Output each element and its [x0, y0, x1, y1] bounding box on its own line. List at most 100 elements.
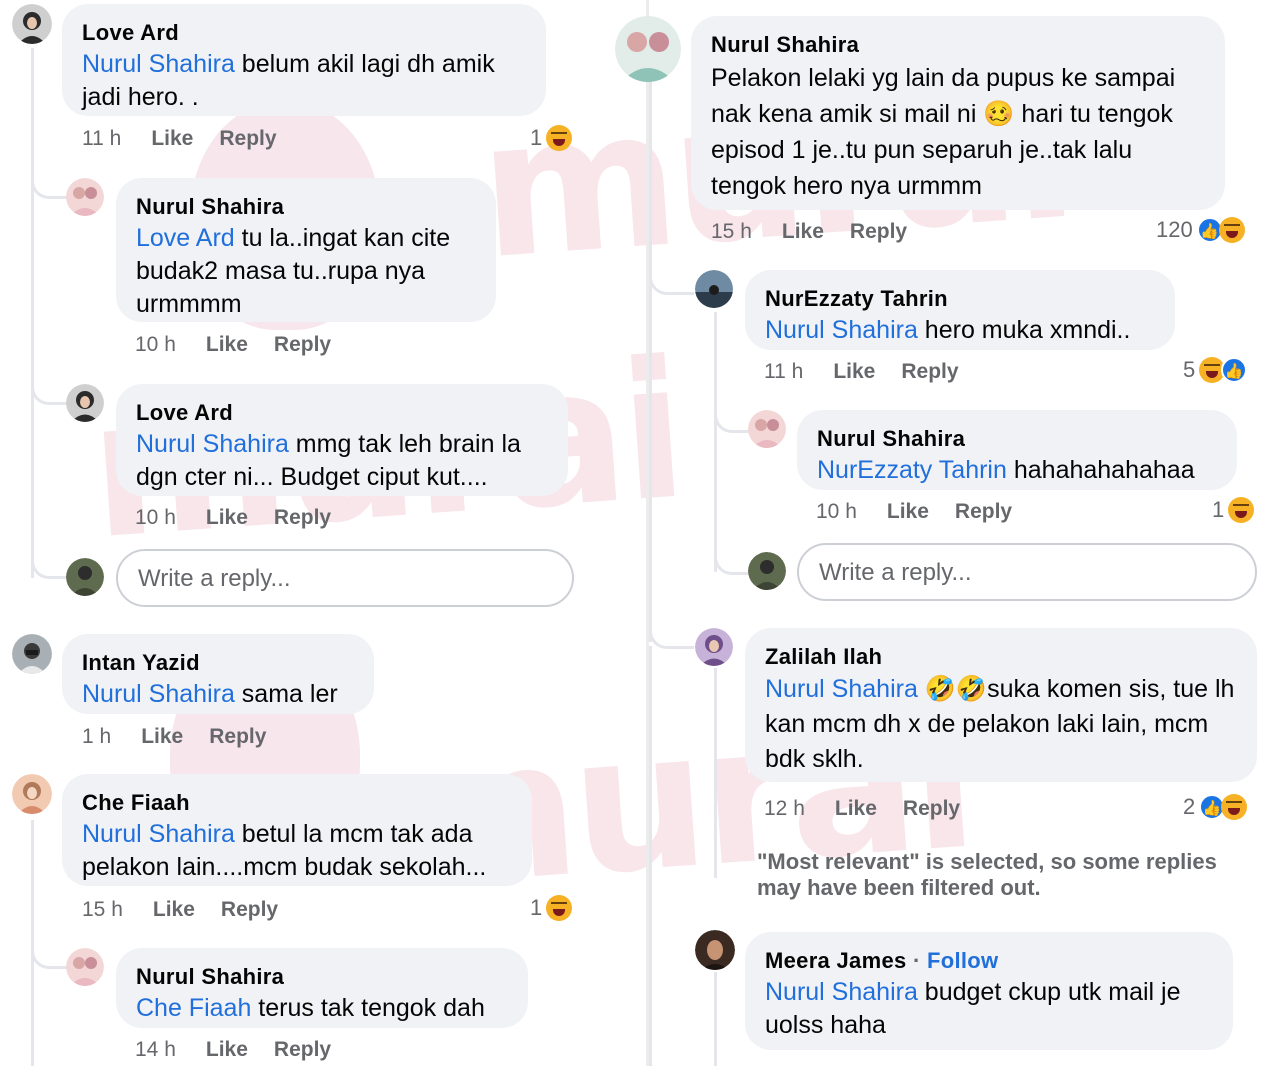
comment-author[interactable]: Love Ard: [82, 18, 526, 48]
reply-button[interactable]: Reply: [219, 127, 276, 150]
reaction-count: 1: [530, 125, 543, 150]
timestamp[interactable]: 11 h: [82, 127, 121, 150]
like-reaction-icon: 👍: [1221, 357, 1248, 383]
mention-link[interactable]: Nurul Shahira: [82, 680, 235, 708]
timestamp[interactable]: 10 h: [135, 333, 176, 356]
timestamp[interactable]: 1 h: [82, 725, 111, 748]
mention-link[interactable]: Nurul Shahira: [82, 820, 235, 848]
avatar-intan-yazid[interactable]: [12, 634, 52, 674]
like-button[interactable]: Like: [206, 506, 248, 529]
thread-branch: [649, 610, 694, 649]
reaction-summary[interactable]: 120 👍: [1156, 217, 1245, 243]
like-button[interactable]: Like: [887, 500, 929, 523]
mention-link[interactable]: Nurul Shahira: [82, 50, 235, 78]
comment-author[interactable]: Che Fiaah: [82, 788, 512, 818]
like-button[interactable]: Like: [206, 333, 248, 356]
thread-branch: [649, 256, 694, 295]
timestamp[interactable]: 10 h: [816, 500, 857, 523]
like-button[interactable]: Like: [782, 220, 824, 243]
avatar-nurezzaty-tahrin[interactable]: [695, 270, 733, 308]
avatar-che-fiaah[interactable]: [12, 774, 52, 814]
comment-actions: 10 h Like Reply: [135, 506, 357, 530]
reaction-summary[interactable]: 1: [530, 125, 573, 151]
thread-branch: [714, 394, 751, 433]
reaction-summary[interactable]: 2 👍: [1183, 794, 1248, 820]
timestamp[interactable]: 15 h: [82, 898, 123, 921]
comment-bubble: Meera James · Follow Nurul Shahira budge…: [745, 932, 1233, 1050]
reply-button[interactable]: Reply: [274, 506, 331, 529]
comment-author[interactable]: Meera James: [765, 948, 907, 973]
comment-author[interactable]: NurEzzaty Tahrin: [765, 284, 1155, 314]
haha-icon: [1228, 497, 1255, 523]
comment-author[interactable]: Nurul Shahira: [711, 30, 1205, 60]
thread-branch: [714, 536, 751, 575]
reply-input[interactable]: Write a reply...: [116, 549, 574, 607]
reply-button[interactable]: Reply: [901, 360, 958, 383]
mention-link[interactable]: Nurul Shahira: [765, 675, 918, 703]
haha-icon: [1218, 217, 1245, 243]
avatar-meera-james[interactable]: [695, 930, 735, 970]
reply-button[interactable]: Reply: [955, 500, 1012, 523]
mention-link[interactable]: Nurul Shahira: [765, 316, 918, 344]
like-button[interactable]: Like: [141, 725, 183, 748]
reply-button[interactable]: Reply: [850, 220, 907, 243]
timestamp[interactable]: 12 h: [764, 797, 805, 820]
timestamp[interactable]: 11 h: [764, 360, 803, 383]
like-button[interactable]: Like: [835, 797, 877, 820]
reply-button[interactable]: Reply: [209, 725, 266, 748]
reaction-summary[interactable]: 5 👍: [1183, 357, 1248, 383]
avatar-love-ard[interactable]: [12, 4, 52, 44]
follow-button[interactable]: Follow: [927, 948, 998, 973]
timestamp[interactable]: 10 h: [135, 506, 176, 529]
comment-actions: 11 h Like Reply: [764, 360, 985, 384]
mention-link[interactable]: NurEzzaty Tahrin: [817, 456, 1007, 484]
comment-bubble: Zalilah Ilah Nurul Shahira 🤣🤣suka komen …: [745, 628, 1257, 782]
reply-input[interactable]: Write a reply...: [797, 543, 1257, 601]
reply-button[interactable]: Reply: [274, 333, 331, 356]
avatar-love-ard[interactable]: [66, 384, 104, 422]
avatar-nurul-shahira[interactable]: [615, 16, 681, 82]
rofl-emoji: 🤣🤣: [917, 675, 988, 703]
reply-button[interactable]: Reply: [903, 797, 960, 820]
reaction-summary[interactable]: 1: [1212, 497, 1255, 523]
comment-author[interactable]: Nurul Shahira: [817, 424, 1217, 454]
comment-author[interactable]: Nurul Shahira: [136, 962, 508, 992]
reply-button[interactable]: Reply: [221, 898, 278, 921]
timestamp[interactable]: 15 h: [711, 220, 752, 243]
like-button[interactable]: Like: [833, 360, 875, 383]
mention-link[interactable]: Love Ard: [136, 224, 235, 252]
thread-line: [31, 48, 34, 578]
comment-text: hahahahahahaa: [1006, 456, 1195, 484]
comment-bubble: Intan Yazid Nurul Shahira sama ler: [62, 634, 374, 714]
like-button[interactable]: Like: [151, 127, 193, 150]
comment-author[interactable]: Zalilah Ilah: [765, 642, 1237, 672]
mention-link[interactable]: Che Fiaah: [136, 994, 251, 1022]
like-button[interactable]: Like: [206, 1038, 248, 1061]
filter-notice: "Most relevant" is selected, so some rep…: [757, 849, 1217, 900]
reply-bubble: NurEzzaty Tahrin Nurul Shahira hero muka…: [745, 270, 1175, 350]
comment-bubble: Che Fiaah Nurul Shahira betul la mcm tak…: [62, 774, 532, 886]
thread-line: [714, 668, 717, 878]
comment-author[interactable]: Love Ard: [136, 398, 548, 428]
mention-link[interactable]: Nurul Shahira: [136, 430, 289, 458]
thread-branch: [31, 930, 68, 969]
avatar-nurul-shahira[interactable]: [66, 178, 104, 216]
like-button[interactable]: Like: [153, 898, 195, 921]
thread-line: [649, 646, 652, 1066]
timestamp[interactable]: 14 h: [135, 1038, 176, 1061]
reply-button[interactable]: Reply: [274, 1038, 331, 1061]
reply-bubble: Love Ard Nurul Shahira mmg tak leh brain…: [116, 384, 568, 496]
thread-line: [649, 82, 652, 642]
avatar-nurul-shahira[interactable]: [748, 410, 786, 448]
thread-line: [714, 312, 717, 572]
avatar-nurul-shahira[interactable]: [66, 948, 104, 986]
reaction-summary[interactable]: 1: [530, 895, 573, 921]
reply-bubble: Nurul Shahira Love Ard tu la..ingat kan …: [116, 178, 496, 322]
author-line: Meera James · Follow: [765, 946, 1213, 976]
comment-author[interactable]: Nurul Shahira: [136, 192, 476, 222]
comment-actions: 15 h Like Reply: [711, 220, 933, 244]
avatar-zalilah-ilah[interactable]: [695, 628, 733, 666]
mention-link[interactable]: Nurul Shahira: [765, 978, 918, 1006]
comment-author[interactable]: Intan Yazid: [82, 648, 354, 678]
comment-text: terus tak tengok dah: [251, 994, 485, 1022]
